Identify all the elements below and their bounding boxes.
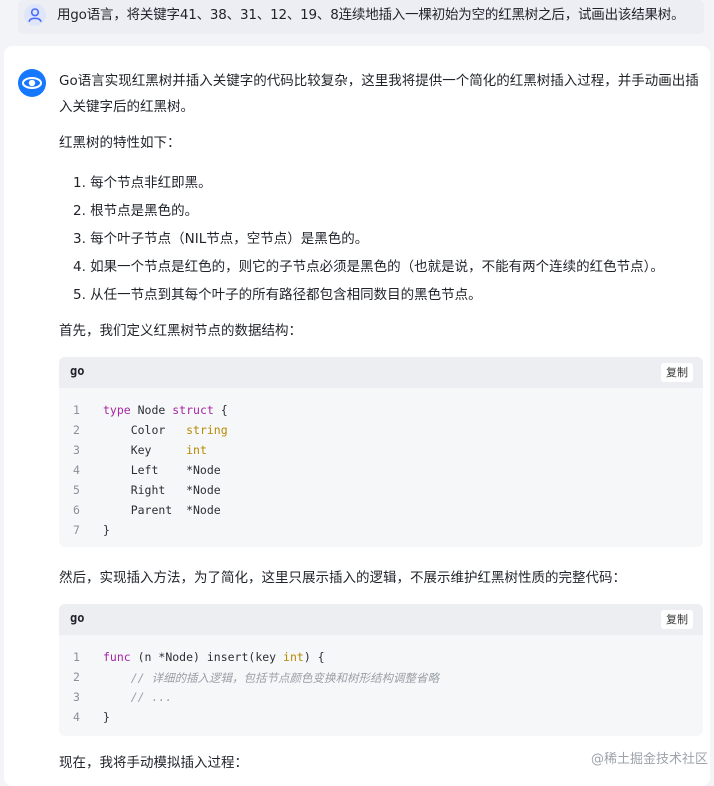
user-avatar-icon (24, 4, 46, 26)
code-text: Color (103, 423, 187, 437)
code-keyword: struct (172, 403, 214, 417)
code-language-label: go (70, 364, 85, 378)
code-text: Key (103, 443, 187, 457)
line-number: 4 (73, 710, 80, 724)
property-item: 4. 如果一个节点是红色的，则它的子节点必须是黑色的（也就是说，不能有两个连续的… (73, 259, 664, 275)
code-comment: // 详细的插入逻辑，包括节点颜色变换和树形结构调整省略 (103, 671, 439, 685)
code-line: Right *Node (103, 483, 221, 497)
line-number: 5 (73, 483, 80, 497)
code-text: ) { (303, 650, 325, 664)
code-text: (n *Node) insert(key (130, 650, 284, 664)
properties-title: 红黑树的特性如下： (59, 135, 181, 151)
code-type: string (186, 423, 228, 437)
code-block-struct: go 复制 1 2 3 4 5 6 7 type Node struct { C… (59, 357, 703, 547)
property-item: 2. 根节点是黑色的。 (73, 203, 199, 219)
code-line: Left *Node (103, 463, 221, 477)
answer-intro: Go语言实现红黑树并插入关键字的代码比较复杂，这里我将提供一个简化的红黑树插入过… (59, 73, 699, 115)
insert-intro: 然后，实现插入方法，为了简化，这里只展示插入的逻辑，不展示维护红黑树性质的完整代… (59, 570, 626, 586)
code-line: type Node struct { (103, 403, 228, 417)
code-line: } (103, 710, 110, 724)
code-block-header: go 复制 (59, 604, 703, 635)
line-number: 2 (73, 423, 80, 437)
line-number: 6 (73, 503, 80, 517)
code-text: Node (130, 403, 173, 417)
code-keyword: func (103, 650, 131, 664)
struct-intro: 首先，我们定义红黑树节点的数据结构： (59, 323, 302, 339)
line-number: 7 (73, 523, 80, 537)
code-type: int (186, 443, 207, 457)
line-number: 4 (73, 463, 80, 477)
property-item: 3. 每个叶子节点（NIL节点，空节点）是黑色的。 (73, 231, 369, 247)
assistant-logo-icon (18, 69, 46, 97)
outro-text: 现在，我将手动模拟插入过程： (59, 755, 248, 771)
code-block-header: go 复制 (59, 357, 703, 388)
code-language-label: go (70, 611, 85, 625)
code-comment: // ... (103, 690, 173, 704)
property-item: 5. 从任一节点到其每个叶子的所有路径都包含相同数目的黑色节点。 (73, 287, 482, 303)
code-line: func (n *Node) insert(key int) { (103, 650, 325, 664)
line-number: 2 (73, 670, 80, 684)
code-keyword: type (103, 403, 131, 417)
code-body: 1 2 3 4 5 6 7 type Node struct { Color s… (59, 388, 703, 537)
code-line: } (103, 523, 110, 537)
copy-code-button[interactable]: 复制 (661, 610, 693, 629)
line-number: 1 (73, 650, 80, 664)
code-block-insert: go 复制 1 2 3 4 func (n *Node) insert(key … (59, 604, 703, 736)
code-line: Parent *Node (103, 503, 221, 517)
line-number: 3 (73, 690, 80, 704)
property-item: 1. 每个节点非红即黑。 (73, 175, 212, 191)
code-type: int (283, 650, 304, 664)
code-body: 1 2 3 4 func (n *Node) insert(key int) {… (59, 635, 703, 724)
line-number: 1 (73, 403, 80, 417)
code-line: Color string (103, 423, 228, 437)
code-line: Key int (103, 443, 207, 457)
copy-code-button[interactable]: 复制 (661, 363, 693, 382)
code-text: { (213, 403, 228, 417)
watermark: @稀土掘金技术社区 (590, 752, 708, 767)
line-number: 3 (73, 443, 80, 457)
user-question-text: 用go语言，将关键字41、38、31、12、19、8连续地插入一棵初始为空的红黑… (57, 7, 685, 23)
